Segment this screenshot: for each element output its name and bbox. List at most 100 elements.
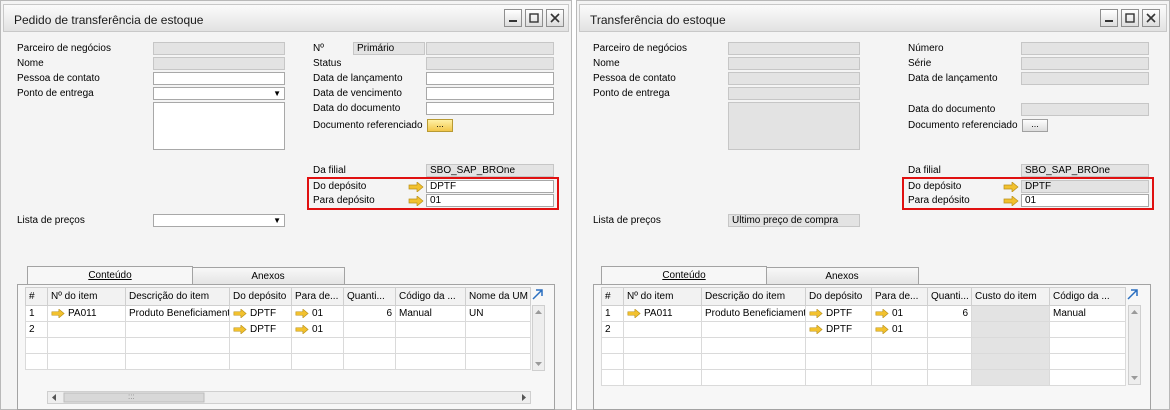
ref-doc-button[interactable]: ...: [1022, 119, 1048, 132]
name-field[interactable]: [153, 57, 285, 70]
series-field[interactable]: Primário: [353, 42, 425, 55]
column-header[interactable]: Do depósito: [229, 287, 292, 306]
link-arrow-icon[interactable]: [233, 324, 247, 334]
column-header[interactable]: Custo do item: [971, 287, 1050, 306]
link-arrow-icon[interactable]: [875, 324, 889, 334]
item-description-cell[interactable]: Produto Beneficiamento: [701, 305, 806, 322]
item-number-cell[interactable]: PA011: [623, 305, 702, 322]
quantity-cell[interactable]: [927, 321, 972, 338]
left-grid-horizontal-scrollbar[interactable]: :::: [47, 391, 531, 404]
uom-code-cell[interactable]: Manual: [395, 305, 466, 322]
column-header[interactable]: Descrição do item: [125, 287, 230, 306]
minimize-icon[interactable]: [1100, 9, 1118, 27]
item-number-cell[interactable]: PA011: [47, 305, 126, 322]
link-arrow-icon[interactable]: [809, 324, 823, 334]
item-number-cell[interactable]: [623, 321, 702, 338]
partner-field[interactable]: [728, 42, 860, 55]
table-row[interactable]: [601, 353, 1126, 370]
table-row[interactable]: [25, 337, 531, 354]
doc-date-field[interactable]: [426, 102, 554, 115]
tab-conteudo[interactable]: Conteúdo: [27, 266, 193, 285]
doc-date-field[interactable]: [1021, 103, 1149, 116]
table-row[interactable]: [601, 337, 1126, 354]
column-header[interactable]: Código da ...: [395, 287, 466, 306]
partner-field[interactable]: [153, 42, 285, 55]
delivery-address-area[interactable]: [153, 102, 285, 150]
ref-doc-button[interactable]: ...: [427, 119, 453, 132]
link-arrow-icon[interactable]: [295, 324, 309, 334]
close-icon[interactable]: [1142, 9, 1160, 27]
link-arrow-icon[interactable]: [295, 308, 309, 318]
item-description-cell[interactable]: [125, 321, 230, 338]
link-arrow-icon[interactable]: [809, 308, 823, 318]
uom-code-cell[interactable]: Manual: [1049, 305, 1126, 322]
column-header[interactable]: #: [601, 287, 624, 306]
quantity-cell[interactable]: 6: [343, 305, 396, 322]
tab-conteudo[interactable]: Conteúdo: [601, 266, 767, 285]
item-cost-cell[interactable]: [971, 305, 1050, 322]
link-arrow-icon[interactable]: [233, 308, 247, 318]
column-header[interactable]: Descrição do item: [701, 287, 806, 306]
column-header[interactable]: Para de...: [291, 287, 344, 306]
right-grid-vertical-scrollbar[interactable]: [1128, 305, 1141, 385]
table-row[interactable]: [601, 369, 1126, 386]
uom-code-cell[interactable]: [395, 321, 466, 338]
maximize-icon[interactable]: [525, 9, 543, 27]
uom-name-cell[interactable]: [465, 321, 531, 338]
from-wh-cell[interactable]: DPTF: [805, 305, 872, 322]
from-wh-cell[interactable]: DPTF: [229, 321, 292, 338]
item-description-cell[interactable]: Produto Beneficiamento: [125, 305, 230, 322]
minimize-icon[interactable]: [504, 9, 522, 27]
table-row[interactable]: 1 PA011 Produto Beneficiamento DPTF 01 6…: [601, 305, 1126, 322]
link-arrow-icon[interactable]: [627, 308, 641, 318]
tab-anexos[interactable]: Anexos: [191, 267, 345, 285]
table-row[interactable]: 2 DPTF 01: [601, 321, 1126, 338]
tab-anexos[interactable]: Anexos: [765, 267, 919, 285]
table-row[interactable]: 1 PA011 Produto Beneficiamento DPTF 01 6…: [25, 305, 531, 322]
posting-date-field[interactable]: [426, 72, 554, 85]
delivery-dropdown[interactable]: [153, 87, 285, 100]
contact-field[interactable]: [728, 72, 860, 85]
status-field[interactable]: [426, 57, 554, 70]
contact-field[interactable]: [153, 72, 285, 85]
uom-code-cell[interactable]: [1049, 321, 1126, 338]
column-header[interactable]: Para de...: [871, 287, 928, 306]
branch-field[interactable]: SBO_SAP_BROne: [1021, 164, 1149, 177]
column-settings-icon[interactable]: [1126, 287, 1140, 301]
delivery-field[interactable]: [728, 87, 860, 100]
column-header[interactable]: Do depósito: [805, 287, 872, 306]
to-wh-cell[interactable]: 01: [871, 305, 928, 322]
table-row[interactable]: [25, 353, 531, 370]
due-date-field[interactable]: [426, 87, 554, 100]
link-arrow-icon[interactable]: [875, 308, 889, 318]
link-arrow-icon[interactable]: [51, 308, 65, 318]
branch-field[interactable]: SBO_SAP_BROne: [426, 164, 554, 177]
column-header[interactable]: Nome da UM: [465, 287, 531, 306]
column-header[interactable]: Quanti...: [927, 287, 972, 306]
table-row[interactable]: 2 DPTF 01: [25, 321, 531, 338]
to-wh-cell[interactable]: 01: [291, 305, 344, 322]
column-settings-icon[interactable]: [531, 287, 545, 301]
item-cost-cell[interactable]: [971, 321, 1050, 338]
close-icon[interactable]: [546, 9, 564, 27]
quantity-cell[interactable]: 6: [927, 305, 972, 322]
number-field[interactable]: [1021, 42, 1149, 55]
to-wh-cell[interactable]: 01: [291, 321, 344, 338]
left-grid-vertical-scrollbar[interactable]: [532, 305, 545, 371]
column-header[interactable]: Nº do item: [623, 287, 702, 306]
uom-name-cell[interactable]: UN: [465, 305, 531, 322]
to-wh-cell[interactable]: 01: [871, 321, 928, 338]
doc-number-field[interactable]: [426, 42, 554, 55]
column-header[interactable]: #: [25, 287, 48, 306]
item-description-cell[interactable]: [701, 321, 806, 338]
quantity-cell[interactable]: [343, 321, 396, 338]
name-field[interactable]: [728, 57, 860, 70]
column-header[interactable]: Nº do item: [47, 287, 126, 306]
series-field[interactable]: [1021, 57, 1149, 70]
column-header[interactable]: Quanti...: [343, 287, 396, 306]
price-list-dropdown[interactable]: [153, 214, 285, 227]
from-wh-cell[interactable]: DPTF: [229, 305, 292, 322]
maximize-icon[interactable]: [1121, 9, 1139, 27]
posting-date-field[interactable]: [1021, 72, 1149, 85]
price-list-field[interactable]: Último preço de compra: [728, 214, 860, 227]
